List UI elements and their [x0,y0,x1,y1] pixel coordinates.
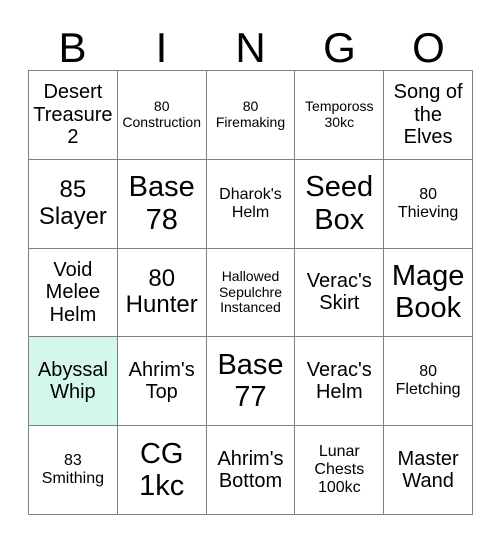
bingo-cell-label: Ahrim's Bottom [217,447,284,493]
bingo-cell[interactable]: Base 77 [206,337,296,427]
bingo-cell[interactable]: Seed Box [295,159,385,249]
bingo-cell-label: Dharok's Helm [219,185,282,221]
header-letter-o: O [412,24,445,71]
bingo-cell[interactable]: Ahrim's Bottom [206,426,296,515]
bingo-cell[interactable]: 80 Construction [117,71,207,160]
bingo-card: B I N G O Desert Treasure 2 80 Constructi… [0,0,500,544]
bingo-cell-label: Desert Treasure 2 [33,81,113,149]
bingo-cell-label: Song of the Elves [393,81,463,149]
bingo-cell[interactable]: Base 78 [117,159,207,249]
bingo-cell-label: Tempoross 30kc [305,98,374,130]
bingo-grid: Desert Treasure 2 80 Construction 80 Firem… [28,70,473,515]
bingo-cell-label: Base 78 [128,171,195,236]
bingo-cell-label: Lunar Chests 100kc [314,443,365,497]
bingo-cell[interactable]: Ahrim's Top [117,337,207,427]
bingo-cell-label: 83 Smithing [41,452,105,488]
bingo-cell[interactable]: 83 Smithing [29,426,118,515]
bingo-cell[interactable]: 80 Hunter [117,248,207,338]
bingo-cell-label: CG 1kc [139,437,185,503]
bingo-cell-marked[interactable]: Abyssal Whip [29,337,118,427]
bingo-cell-label: Verac's Skirt [306,270,372,315]
bingo-cell-label: Base 77 [217,348,284,414]
bingo-cell[interactable]: Mage Book [384,248,473,338]
bingo-header: B I N G O [28,14,473,70]
bingo-cell[interactable]: Verac's Helm [295,337,385,427]
bingo-cell-label: Ahrim's Top [128,358,195,404]
bingo-cell[interactable]: Song of the Elves [384,71,473,160]
bingo-cell[interactable]: Dharok's Helm [206,159,296,249]
bingo-cell-label: Master Wand [397,447,459,493]
bingo-cell[interactable]: 80 Fletching [384,337,473,427]
bingo-cell[interactable]: 80 Thieving [384,159,473,249]
bingo-cell-label: Void Melee Helm [45,258,101,326]
bingo-cell[interactable]: 80 Firemaking [206,71,296,160]
bingo-cell-label: Verac's Helm [306,358,372,404]
bingo-cell-label: 80 Hunter [125,264,198,319]
bingo-cell-label: Abyssal Whip [37,358,108,404]
bingo-cell[interactable]: Tempoross 30kc [295,71,385,160]
bingo-cell[interactable]: Lunar Chests 100kc [295,426,385,515]
header-letter-g: G [323,24,356,71]
bingo-cell[interactable]: Hallowed Sepulchre Instanced [206,248,296,338]
bingo-cell-label: 80 Fletching [395,363,461,399]
bingo-cell-label: Mage Book [391,260,465,325]
bingo-cell[interactable]: CG 1kc [117,426,207,515]
bingo-cell-label: Seed Box [305,171,374,236]
header-letter-n: N [235,24,266,71]
header-letter-i: I [155,24,168,71]
bingo-cell[interactable]: Void Melee Helm [29,248,118,338]
bingo-cell-label: 80 Firemaking [215,98,286,130]
bingo-cell[interactable]: Verac's Skirt [295,248,385,338]
header-letter-b: B [58,24,87,71]
bingo-cell[interactable]: Master Wand [384,426,473,515]
bingo-cell[interactable]: Desert Treasure 2 [29,71,118,160]
bingo-cell[interactable]: 85 Slayer [29,159,118,249]
bingo-cell-label: 80 Thieving [397,185,459,221]
bingo-cell-label: 80 Construction [122,98,201,130]
bingo-cell-label: 85 Slayer [38,175,107,230]
bingo-cell-label: Hallowed Sepulchre Instanced [218,267,283,316]
